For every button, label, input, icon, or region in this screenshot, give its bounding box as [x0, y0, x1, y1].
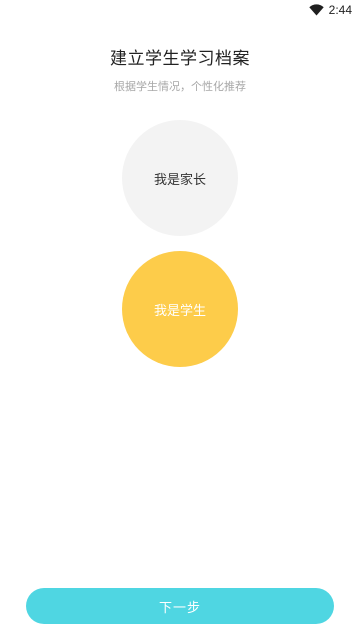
- status-right: 2:44: [308, 3, 352, 17]
- student-role-button[interactable]: 我是学生: [122, 251, 238, 367]
- page-subtitle: 根据学生情况，个性化推荐: [114, 80, 246, 93]
- status-time: 2:44: [328, 3, 352, 17]
- student-role-label: 我是学生: [153, 303, 206, 319]
- next-step-button[interactable]: 下一步: [26, 588, 334, 624]
- wifi-icon: [308, 4, 324, 16]
- parent-role-button[interactable]: 我是家长: [122, 120, 238, 236]
- page-title: 建立学生学习档案: [110, 49, 250, 69]
- profile-setup-screen: 2:44 建立学生学习档案 根据学生情况，个性化推荐 我是家长 我是学生 下一步: [0, 0, 360, 639]
- next-step-label: 下一步: [158, 600, 201, 616]
- status-bar: 2:44: [0, 0, 360, 24]
- parent-role-label: 我是家长: [153, 172, 206, 188]
